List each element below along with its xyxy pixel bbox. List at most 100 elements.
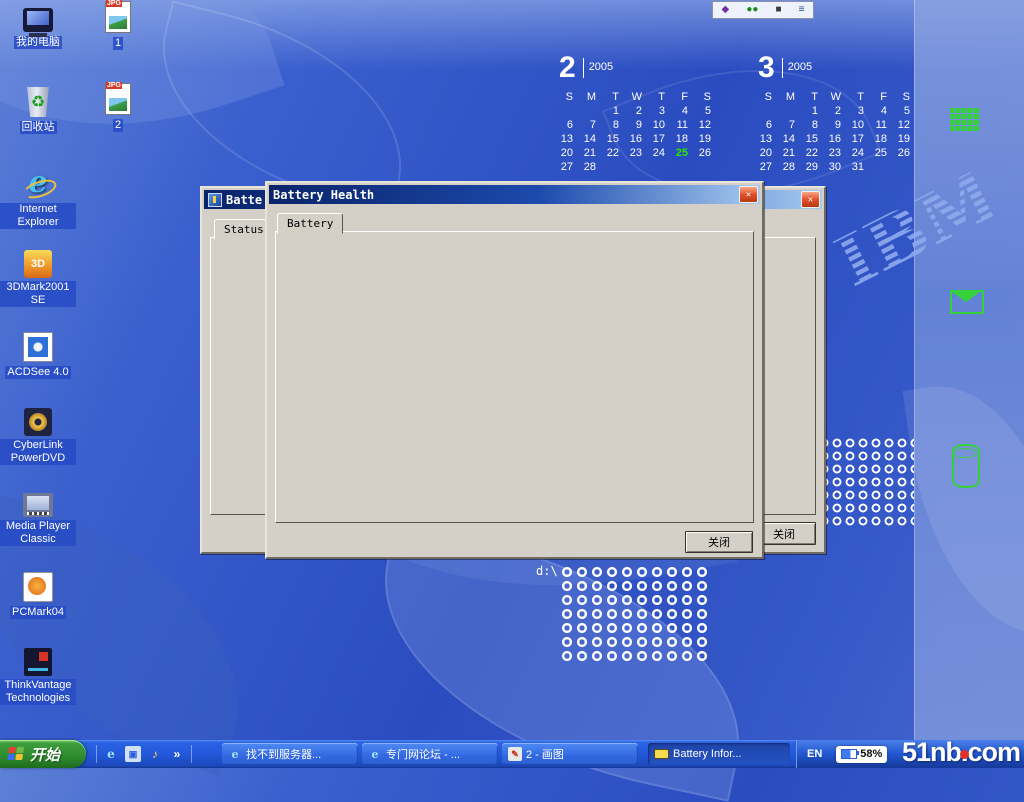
calendar-cell: T — [801, 90, 824, 104]
desktop-icon-3dmark2001[interactable]: 3D 3DMark2001 SE — [0, 248, 76, 308]
calendar-month-number: 2 — [559, 52, 576, 84]
calendar-cell: 24 — [648, 146, 671, 160]
calendar-year: 2005 — [788, 61, 812, 73]
quick-launch-ie-icon[interactable]: e — [103, 746, 119, 762]
calendar-cell: 1 — [801, 104, 824, 118]
desktop-icon-my-computer[interactable]: 我的电脑 — [0, 6, 76, 50]
internet-explorer-icon: e — [21, 168, 55, 200]
calendar-cell: 14 — [579, 132, 602, 146]
quick-launch-desktop-icon[interactable]: ▣ — [125, 746, 141, 762]
paint-icon: ✎ — [508, 747, 522, 761]
calendar-cell: 8 — [602, 118, 625, 132]
taskbar-button-forum[interactable]: e 专门网论坛 - ... — [362, 743, 498, 765]
calendar-cell — [694, 160, 717, 174]
close-icon[interactable]: ✕ — [739, 186, 758, 203]
toolbar-keyboard-icon[interactable]: ≡ — [799, 5, 805, 15]
tray-battery-meter[interactable]: 58% — [836, 746, 887, 763]
calendar-cell: 21 — [778, 146, 801, 160]
calendar-cell: W — [625, 90, 648, 104]
calendar-cell: 9 — [625, 118, 648, 132]
desktop-icon-thinkvantage[interactable]: ThinkVantage Technologies — [0, 646, 76, 706]
calendar-cell: 28 — [778, 160, 801, 174]
calendar-cell: 19 — [694, 132, 717, 146]
calendar-cell: 10 — [847, 118, 870, 132]
calendar-cell: 14 — [778, 132, 801, 146]
calendar-cell: 10 — [648, 118, 671, 132]
calendar-cell: 17 — [847, 132, 870, 146]
calendar-cell: 18 — [870, 132, 893, 146]
task-label: Battery Infor... — [673, 748, 741, 760]
icon-label: PCMark04 — [10, 606, 66, 619]
toolbar-diamond-icon[interactable]: ◆ — [722, 5, 730, 15]
calendar-cell: 16 — [625, 132, 648, 146]
taskbar-button-paint[interactable]: ✎ 2 - 画图 — [502, 743, 638, 765]
battery-tab-page — [275, 231, 754, 523]
calendar-cell: 1 — [602, 104, 625, 118]
calendar-cell: 31 — [847, 160, 870, 174]
calendar-cell — [870, 160, 893, 174]
desktop-icon-recycle-bin[interactable]: ♻ 回收站 — [0, 86, 76, 135]
wallpaper-envelope-icon — [950, 290, 984, 314]
task-label: 2 - 画图 — [526, 746, 564, 762]
icon-label: 1 — [113, 37, 123, 50]
desktop-icon-pcmark04[interactable]: PCMark04 — [0, 570, 76, 620]
start-label: 开始 — [30, 744, 60, 765]
desktop-icon-powerdvd[interactable]: CyberLink PowerDVD — [0, 406, 76, 466]
calendar-cell — [602, 160, 625, 174]
wallpaper-dot-grid — [818, 437, 914, 529]
calendar-grid: SMTWTFS123456789101112131415161718192021… — [556, 90, 728, 174]
wallpaper-grid-icon — [950, 108, 984, 136]
calendar-cell: 25 — [671, 146, 694, 160]
task-label: 找不到服务器... — [246, 746, 321, 762]
calendar-cell: 7 — [778, 118, 801, 132]
desktop-icon-media-player-classic[interactable]: Media Player Classic — [0, 490, 76, 547]
battery-app-icon — [208, 193, 222, 207]
window-title: Batte — [226, 193, 262, 207]
battery-icon — [654, 749, 669, 759]
desktop-icon-jpg-1[interactable]: 1 — [80, 1, 156, 51]
quick-launch-media-icon[interactable]: ♪ — [147, 746, 163, 762]
calendar-cell: 30 — [824, 160, 847, 174]
calendar-cell: S — [893, 90, 916, 104]
quick-launch-overflow-chevron[interactable]: » — [169, 746, 185, 762]
quick-launch: e ▣ ♪ » — [96, 743, 192, 765]
language-indicator[interactable]: EN — [807, 748, 822, 760]
calendar-cell: M — [778, 90, 801, 104]
calendar-cell: 2 — [824, 104, 847, 118]
desktop-icon-internet-explorer[interactable]: e Internet Explorer — [0, 168, 76, 230]
3dmark-icon: 3D — [24, 250, 52, 278]
calendar-cell: 19 — [893, 132, 916, 146]
start-button[interactable]: 开始 — [0, 740, 86, 768]
calendar-cell: M — [579, 90, 602, 104]
divider — [191, 745, 192, 763]
toolbar-dots-icon[interactable]: ●● — [746, 5, 758, 15]
desktop-icon-jpg-2[interactable]: 2 — [80, 83, 156, 133]
calendar-cell: 12 — [694, 118, 717, 132]
calendar-cell: 7 — [579, 118, 602, 132]
icon-label: CyberLink PowerDVD — [0, 439, 76, 465]
toolbar-monitor-icon[interactable]: ■ — [775, 5, 781, 15]
tab-battery[interactable]: Battery — [277, 213, 343, 234]
battery-health-titlebar[interactable]: Battery Health ✕ — [269, 185, 760, 204]
calendar-cell: 15 — [801, 132, 824, 146]
taskbar-button-server-not-found[interactable]: e 找不到服务器... — [222, 743, 358, 765]
recycle-bin-icon: ♻ — [25, 87, 51, 117]
powerdvd-icon — [24, 408, 52, 436]
desktop-icon-acdsee[interactable]: ACDSee 4.0 — [0, 330, 76, 380]
task-label: 专门网论坛 - ... — [386, 746, 460, 762]
close-icon[interactable]: ✕ — [801, 191, 820, 208]
calendar-cell: 22 — [602, 146, 625, 160]
calendar-cell — [778, 104, 801, 118]
taskbar-button-battery-information[interactable]: Battery Infor... — [648, 743, 790, 765]
calendar-cell: 16 — [824, 132, 847, 146]
close-button[interactable]: 关闭 — [685, 531, 753, 553]
calendar-cell: 11 — [671, 118, 694, 132]
jpg-file-icon — [105, 83, 131, 115]
calendar-month-number: 3 — [758, 52, 775, 84]
calendar-cell: 3 — [847, 104, 870, 118]
battery-percent: 58% — [860, 748, 882, 760]
calendar-cell — [671, 160, 694, 174]
calendar-cell: 28 — [579, 160, 602, 174]
calendar-cell — [579, 104, 602, 118]
calendar-cell: 22 — [801, 146, 824, 160]
